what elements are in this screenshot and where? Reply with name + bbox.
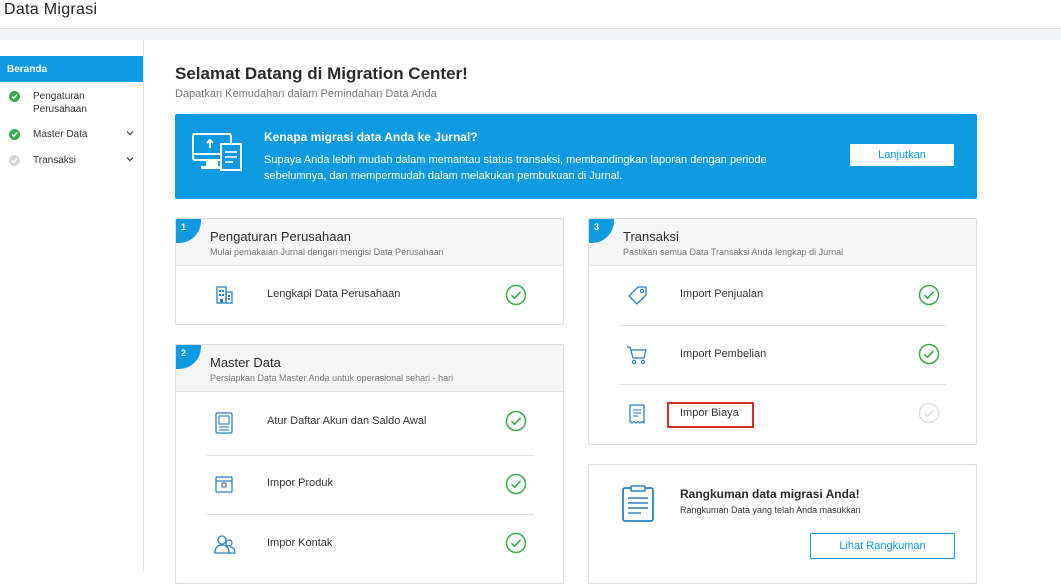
task-label: Import Pembelian — [680, 348, 767, 360]
ledger-icon — [214, 412, 234, 439]
info-banner: Kenapa migrasi data Anda ke Jurnal? Supa… — [175, 114, 977, 199]
task-label: Impor Kontak — [267, 537, 333, 549]
sidebar-item-label: Transaksi — [33, 155, 76, 166]
card-summary: Rangkuman data migrasi Anda! Rangkuman D… — [588, 464, 977, 584]
task-row-impor-produk[interactable]: Impor Produk — [176, 456, 563, 514]
task-row-lengkapi-data-perusahaan[interactable]: Lengkapi Data Perusahaan — [176, 267, 563, 324]
check-circle-icon — [505, 473, 527, 500]
card-header: 3 Transaksi Pastikan semua Data Transaks… — [589, 219, 976, 266]
task-label: Import Penjualan — [680, 288, 764, 300]
sidebar-item-pengaturan-perusahaan[interactable]: Pengaturan Perusahaan — [0, 90, 143, 116]
check-icon — [9, 129, 20, 140]
card-title: Transaksi — [623, 229, 679, 244]
sidebar-item-label-line2: Perusahaan — [33, 104, 87, 115]
card-subtitle: Mulai pemakaian Jurnal dengan mengisi Da… — [210, 247, 444, 257]
task-label: Lengkapi Data Perusahaan — [267, 288, 401, 300]
sidebar-item-label-line1: Pengaturan — [33, 91, 85, 102]
sidebar-item-transaksi[interactable]: Transaksi — [0, 154, 143, 168]
chevron-down-icon[interactable] — [125, 154, 135, 167]
check-circle-icon — [505, 410, 527, 437]
card-header: 1 Pengaturan Perusahaan Mulai pemakaian … — [176, 219, 563, 266]
sidebar-item-label: Master Data — [33, 129, 88, 140]
header-band — [0, 29, 1061, 40]
check-circle-icon — [505, 532, 527, 559]
task-row-impor-biaya[interactable]: Impor Biaya — [589, 385, 976, 443]
chevron-down-icon[interactable] — [125, 128, 135, 141]
app-header: Data Migrasi — [0, 0, 1061, 29]
tag-icon — [627, 284, 649, 311]
sidebar-item-label: Pengaturan Perusahaan — [33, 90, 87, 116]
check-circle-icon — [918, 402, 940, 429]
check-icon — [9, 155, 20, 166]
summary-subtitle: Rangkuman Data yang telah Anda masukkan — [680, 505, 861, 515]
task-row-atur-daftar-akun[interactable]: Atur Daftar Akun dan Saldo Awal — [176, 393, 563, 451]
task-label: Atur Daftar Akun dan Saldo Awal — [267, 415, 427, 427]
receipt-icon — [627, 403, 647, 430]
step-badge: 1 — [176, 219, 201, 243]
card-title: Pengaturan Perusahaan — [210, 229, 351, 244]
sidebar-item-master-data[interactable]: Master Data — [0, 128, 143, 142]
step-badge: 3 — [589, 219, 614, 243]
summary-title: Rangkuman data migrasi Anda! — [680, 487, 860, 501]
task-row-import-pembelian[interactable]: Import Pembelian — [589, 326, 976, 384]
banner-text: Supaya Anda lebih mudah dalam memantau s… — [264, 154, 767, 182]
card-subtitle: Persiapkan Data Master Anda untuk operas… — [210, 373, 454, 383]
card-title: Master Data — [210, 355, 281, 370]
task-row-impor-kontak[interactable]: Impor Kontak — [176, 515, 563, 573]
building-icon — [214, 285, 234, 310]
migration-monitor-icon — [192, 132, 244, 179]
cart-icon — [626, 344, 648, 371]
task-row-import-penjualan[interactable]: Import Penjualan — [589, 267, 976, 325]
page-subtitle: Dapatkan Kemudahan dalam Pemindahan Data… — [175, 88, 437, 100]
sidebar: Beranda Pengaturan Perusahaan Master Dat… — [0, 40, 144, 571]
page-title: Selamat Datang di Migration Center! — [175, 64, 468, 83]
card-transaksi: 3 Transaksi Pastikan semua Data Transaks… — [588, 218, 977, 445]
lihat-rangkuman-button[interactable]: Lihat Rangkuman — [810, 533, 955, 559]
sidebar-item-beranda[interactable]: Beranda — [0, 56, 143, 82]
check-circle-icon — [918, 343, 940, 370]
task-label: Impor Produk — [267, 477, 334, 489]
step-badge: 2 — [176, 345, 201, 369]
card-subtitle: Pastikan semua Data Transaksi Anda lengk… — [623, 247, 844, 257]
card-header: 2 Master Data Persiapkan Data Master And… — [176, 345, 563, 392]
check-circle-icon — [918, 284, 940, 311]
check-circle-icon — [505, 284, 527, 311]
contacts-icon — [214, 533, 236, 560]
card-master-data: 2 Master Data Persiapkan Data Master And… — [175, 344, 564, 584]
box-icon — [214, 474, 234, 499]
lanjutkan-button[interactable]: Lanjutkan — [850, 144, 954, 166]
app-title: Data Migrasi — [4, 1, 98, 18]
highlight-box — [667, 402, 754, 428]
card-pengaturan-perusahaan: 1 Pengaturan Perusahaan Mulai pemakaian … — [175, 218, 564, 325]
banner-heading: Kenapa migrasi data Anda ke Jurnal? — [264, 130, 478, 144]
document-list-icon — [621, 485, 655, 528]
check-icon — [9, 91, 20, 102]
